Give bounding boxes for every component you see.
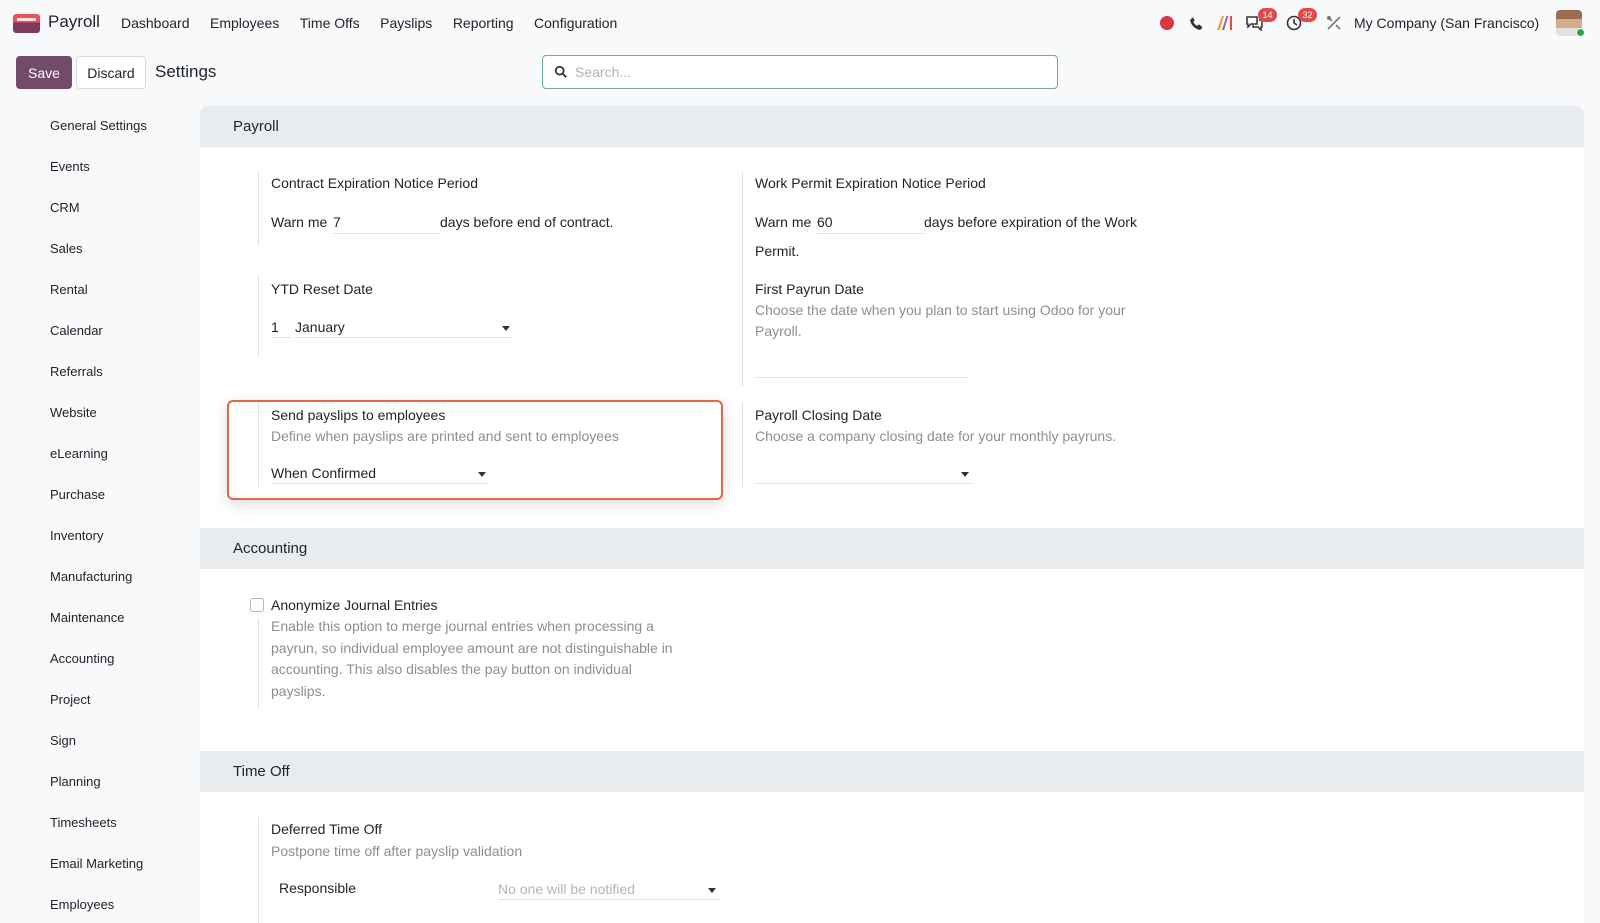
ai-icon[interactable]: [1215, 13, 1235, 33]
chevron-down-icon: [961, 472, 969, 477]
work-permit-warn-suffix-2: Permit.: [755, 243, 800, 259]
anonymize-journal-title: Anonymize Journal Entries: [271, 597, 438, 613]
anonymize-journal-help-4: payslips.: [271, 683, 326, 699]
ytd-reset-title: YTD Reset Date: [271, 281, 373, 297]
menu-dashboard[interactable]: Dashboard: [121, 15, 190, 31]
anonymize-journal-help-3: accounting. This also disables the pay b…: [271, 661, 632, 677]
time-off-section-header: Time Off: [200, 751, 1584, 792]
chevron-down-icon: [502, 326, 510, 331]
setting-divider: [742, 402, 743, 487]
menu-employees[interactable]: Employees: [210, 15, 279, 31]
company-switcher[interactable]: My Company (San Francisco): [1354, 15, 1539, 31]
ytd-reset-month-select[interactable]: January: [295, 316, 513, 338]
setting-divider: [258, 402, 259, 487]
chevron-down-icon: [478, 472, 486, 477]
deferred-time-off-help: Postpone time off after payslip validati…: [271, 843, 523, 859]
menu-payslips[interactable]: Payslips: [380, 15, 432, 31]
first-payrun-title: First Payrun Date: [755, 281, 864, 297]
work-permit-notice-days-input[interactable]: 60: [817, 212, 925, 234]
sidebar-item-general-settings[interactable]: General Settings: [50, 118, 147, 133]
send-payslips-title: Send payslips to employees: [271, 407, 446, 423]
messages-badge: 14: [1258, 8, 1277, 22]
setting-divider: [258, 276, 259, 356]
work-permit-title: Work Permit Expiration Notice Period: [755, 175, 986, 191]
work-permit-warn-suffix: days before expiration of the Work: [924, 214, 1137, 230]
sidebar-item-employees[interactable]: Employees: [50, 897, 114, 912]
main-menu: Dashboard Employees Time Offs Payslips R…: [121, 15, 638, 31]
first-payrun-help: Choose the date when you plan to start u…: [755, 302, 1126, 318]
sidebar-item-sales[interactable]: Sales: [50, 241, 83, 256]
contract-expiration-title: Contract Expiration Notice Period: [271, 175, 478, 191]
menu-configuration[interactable]: Configuration: [534, 15, 617, 31]
contract-warn-suffix: days before end of contract.: [440, 214, 614, 230]
send-payslips-help: Define when payslips are printed and sen…: [271, 428, 619, 444]
sidebar-item-accounting[interactable]: Accounting: [50, 651, 114, 666]
sidebar-item-rental[interactable]: Rental: [50, 282, 88, 297]
top-navbar: Payroll Dashboard Employees Time Offs Pa…: [0, 0, 1600, 46]
sidebar-item-events[interactable]: Events: [50, 159, 90, 174]
first-payrun-help-2: Payroll.: [755, 323, 802, 339]
setting-divider: [258, 172, 259, 246]
search-input[interactable]: [575, 57, 1045, 87]
chevron-down-icon: [708, 888, 716, 893]
sidebar-item-planning[interactable]: Planning: [50, 774, 101, 789]
contract-warn-prefix: Warn me: [271, 214, 328, 230]
phone-icon[interactable]: [1186, 13, 1206, 33]
payroll-closing-help: Choose a company closing date for your m…: [755, 428, 1117, 444]
sidebar-item-crm[interactable]: CRM: [50, 200, 80, 215]
app-name[interactable]: Payroll: [48, 12, 100, 32]
payroll-section-header: Payroll: [200, 106, 1584, 147]
sidebar-item-project[interactable]: Project: [50, 692, 90, 707]
setting-divider: [742, 172, 743, 278]
sidebar-item-referrals[interactable]: Referrals: [50, 364, 103, 379]
responsible-label: Responsible: [279, 880, 357, 896]
sidebar-item-manufacturing[interactable]: Manufacturing: [50, 569, 132, 584]
setting-divider: [742, 276, 743, 386]
setting-divider: [258, 817, 259, 923]
anonymize-journal-checkbox[interactable]: [250, 598, 264, 612]
send-payslips-select[interactable]: When Confirmed: [271, 462, 489, 484]
save-button[interactable]: Save: [16, 56, 72, 89]
deferred-time-off-title: Deferred Time Off: [271, 821, 383, 837]
work-permit-warn-prefix: Warn me: [755, 214, 812, 230]
anonymize-journal-help-2: payrun, so individual employee amount ar…: [271, 640, 673, 656]
discard-button[interactable]: Discard: [76, 56, 146, 89]
payroll-closing-select[interactable]: [755, 462, 973, 484]
tools-icon[interactable]: [1324, 13, 1344, 33]
sidebar-item-website[interactable]: Website: [50, 405, 97, 420]
setting-divider: [258, 618, 259, 708]
first-payrun-date-input[interactable]: [755, 356, 968, 378]
activities-badge: 32: [1298, 8, 1317, 22]
sidebar-item-purchase[interactable]: Purchase: [50, 487, 105, 502]
anonymize-journal-help-1: Enable this option to merge journal entr…: [271, 618, 654, 634]
menu-reporting[interactable]: Reporting: [453, 15, 514, 31]
menu-time-offs[interactable]: Time Offs: [300, 15, 360, 31]
page-title: Settings: [155, 62, 217, 81]
sidebar-item-sign[interactable]: Sign: [50, 733, 76, 748]
accounting-section-header: Accounting: [200, 528, 1584, 569]
sidebar-item-elearning[interactable]: eLearning: [50, 446, 108, 461]
sidebar-item-maintenance[interactable]: Maintenance: [50, 610, 124, 625]
sidebar-item-calendar[interactable]: Calendar: [50, 323, 103, 338]
ytd-reset-day-input[interactable]: 1: [271, 316, 291, 338]
settings-sidebar: General Settings Events CRM Sales Rental…: [0, 106, 200, 923]
sidebar-item-inventory[interactable]: Inventory: [50, 528, 103, 543]
sidebar-item-email-marketing[interactable]: Email Marketing: [50, 856, 143, 871]
payroll-closing-title: Payroll Closing Date: [755, 407, 882, 423]
responsible-select[interactable]: No one will be notified: [498, 878, 720, 900]
search-bar[interactable]: [542, 55, 1058, 89]
settings-sheet: Payroll Contract Expiration Notice Perio…: [200, 106, 1584, 923]
sidebar-item-timesheets[interactable]: Timesheets: [50, 815, 117, 830]
payroll-app-icon[interactable]: [13, 14, 40, 33]
search-icon: [554, 65, 567, 78]
online-status-icon: [1576, 28, 1585, 37]
contract-notice-days-input[interactable]: 7: [333, 212, 441, 234]
record-icon[interactable]: [1160, 16, 1174, 30]
